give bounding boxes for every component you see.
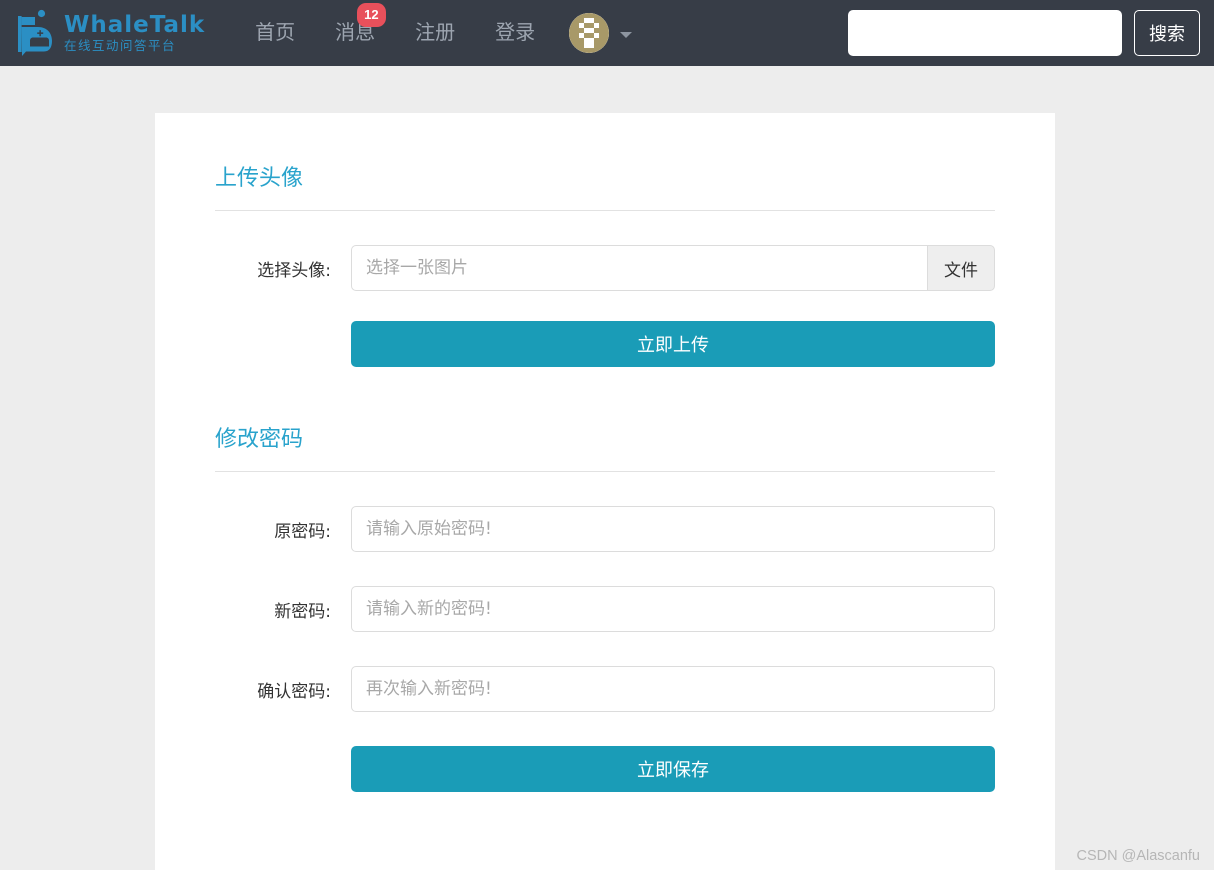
top-navbar: WhaleTalk 在线互动问答平台 首页 消息 12 注册 登录 搜索 <box>0 0 1214 66</box>
choose-file-button[interactable]: 文件 <box>927 245 995 291</box>
whale-icon <box>14 8 58 58</box>
search-input[interactable] <box>848 10 1122 56</box>
old-password-input-wrap <box>351 506 995 552</box>
navbar-search-group: 搜索 <box>848 0 1200 66</box>
confirm-password-label: 确认密码: <box>257 681 331 702</box>
save-button-row: 立即保存 <box>215 746 995 792</box>
nav-item-login[interactable]: 登录 <box>475 0 555 66</box>
brand-logo-link[interactable]: WhaleTalk 在线互动问答平台 <box>14 0 205 66</box>
user-avatar-identicon <box>569 13 610 53</box>
nav-item-register[interactable]: 注册 <box>395 0 475 66</box>
avatar-file-input-group: 文件 <box>351 245 995 291</box>
page-body: 上传头像 选择头像: 文件 立即上传 修改密码 原密码: 新密 <box>0 66 1214 870</box>
nav-link-home[interactable]: 首页 <box>235 0 315 66</box>
search-button[interactable]: 搜索 <box>1134 10 1200 56</box>
avatar-file-row: 选择头像: 文件 <box>215 245 995 291</box>
save-button-spacer <box>215 746 351 792</box>
settings-panel: 上传头像 选择头像: 文件 立即上传 修改密码 原密码: 新密 <box>155 113 1055 870</box>
avatar-file-input[interactable] <box>351 245 927 291</box>
avatar-file-label: 选择头像: <box>257 260 331 281</box>
confirm-password-input[interactable] <box>351 666 995 712</box>
csdn-watermark: CSDN @Alascanfu <box>1076 848 1200 864</box>
old-password-label: 原密码: <box>274 521 331 542</box>
old-password-input[interactable] <box>351 506 995 552</box>
nav-item-messages[interactable]: 消息 12 <box>315 0 395 66</box>
change-password-heading: 修改密码 <box>215 367 995 472</box>
user-menu-toggle[interactable] <box>555 0 642 66</box>
chevron-down-icon <box>620 32 633 38</box>
upload-avatar-heading: 上传头像 <box>215 113 995 211</box>
brand-subtitle: 在线互动问答平台 <box>64 37 177 53</box>
brand-title: WhaleTalk <box>64 11 206 38</box>
confirm-password-input-wrap <box>351 666 995 712</box>
nav-item-home[interactable]: 首页 <box>235 0 315 66</box>
confirm-password-row: 确认密码: <box>215 666 995 712</box>
new-password-input-wrap <box>351 586 995 632</box>
old-password-row: 原密码: <box>215 506 995 552</box>
nav-menu: 首页 消息 12 注册 登录 <box>235 0 642 66</box>
new-password-row: 新密码: <box>215 586 995 632</box>
upload-now-button[interactable]: 立即上传 <box>351 321 995 367</box>
messages-count-badge: 12 <box>357 3 386 27</box>
upload-button-row: 立即上传 <box>215 321 995 367</box>
nav-link-register[interactable]: 注册 <box>395 0 475 66</box>
save-now-button[interactable]: 立即保存 <box>351 746 995 792</box>
brand-text: WhaleTalk 在线互动问答平台 <box>64 11 206 53</box>
new-password-label: 新密码: <box>274 601 331 622</box>
new-password-input[interactable] <box>351 586 995 632</box>
upload-button-spacer <box>215 321 351 367</box>
nav-link-login[interactable]: 登录 <box>475 0 555 66</box>
